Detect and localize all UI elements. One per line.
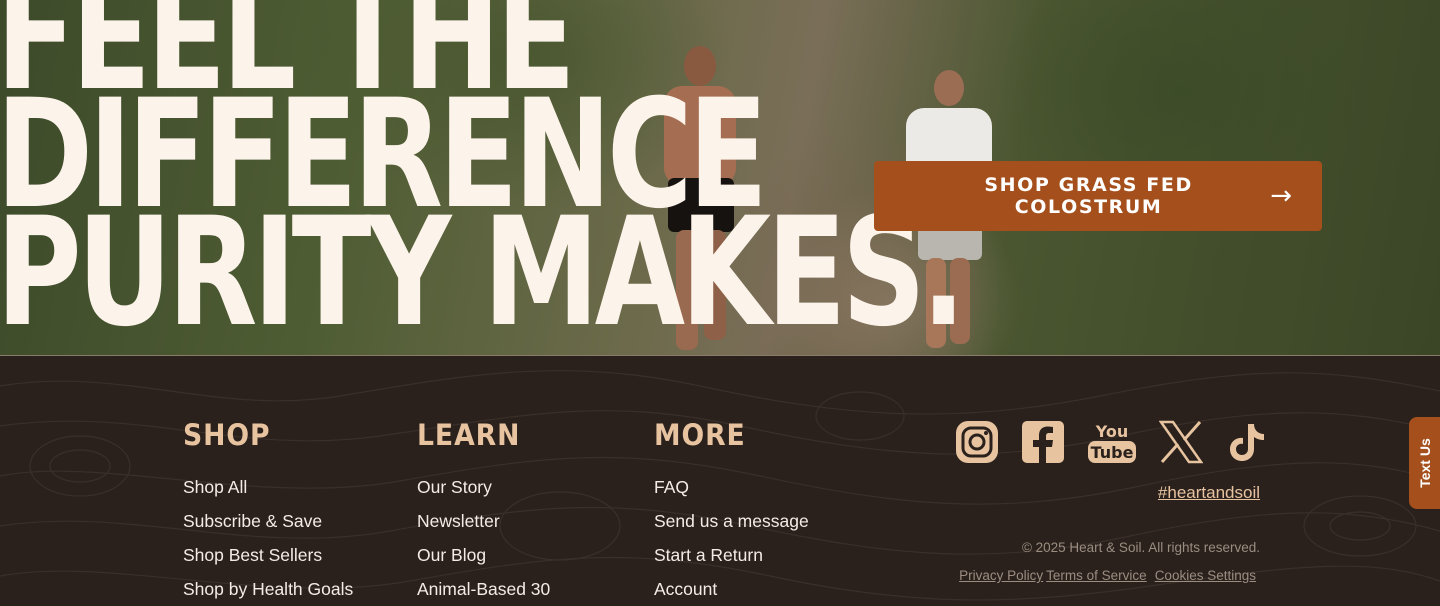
- column-title-shop: SHOP: [183, 418, 271, 452]
- footer-link[interactable]: Send us a message: [654, 504, 809, 538]
- footer-column-more: MORE FAQ Send us a message Start a Retur…: [654, 418, 809, 606]
- legal-links: Privacy Policy Terms of Service Cookies …: [959, 568, 1256, 583]
- cta-label: SHOP GRASS FED COLOSTRUM: [984, 174, 1193, 218]
- footer-link[interactable]: Shop All: [183, 470, 353, 504]
- footer-column-learn: LEARN Our Story Newsletter Our Blog Anim…: [417, 418, 550, 606]
- headline-line-3: PURITY MAKES.: [0, 186, 966, 355]
- footer-link[interactable]: Our Story: [417, 470, 550, 504]
- facebook-icon[interactable]: [1021, 420, 1065, 464]
- footer-column-shop: SHOP Shop All Subscribe & Save Shop Best…: [183, 418, 353, 606]
- footer-link[interactable]: Animal-Based 30: [417, 572, 550, 606]
- column-title-learn: LEARN: [417, 418, 521, 452]
- instagram-icon[interactable]: [955, 420, 999, 464]
- cookies-settings-link[interactable]: Cookies Settings: [1155, 568, 1256, 583]
- footer-link[interactable]: Subscribe & Save: [183, 504, 353, 538]
- footer-link[interactable]: Newsletter: [417, 504, 550, 538]
- shop-colostrum-button[interactable]: SHOP GRASS FED COLOSTRUM →: [874, 161, 1322, 231]
- hero-banner: FEEL THE DIFFERENCE PURITY MAKES. SHOP G…: [0, 0, 1440, 355]
- footer-link[interactable]: Our Blog: [417, 538, 550, 572]
- copyright-text: © 2025 Heart & Soil. All rights reserved…: [1021, 540, 1260, 555]
- tiktok-icon[interactable]: [1225, 420, 1269, 464]
- footer-link[interactable]: Shop Best Sellers: [183, 538, 353, 572]
- svg-text:Tube: Tube: [1091, 443, 1134, 462]
- column-title-more: MORE: [654, 418, 746, 452]
- x-icon[interactable]: [1159, 420, 1203, 464]
- arrow-right-icon: →: [1270, 181, 1292, 211]
- footer-link[interactable]: Account: [654, 572, 809, 606]
- footer-link[interactable]: Start a Return: [654, 538, 809, 572]
- text-us-button[interactable]: Text Us: [1409, 417, 1440, 509]
- text-us-label: Text Us: [1416, 438, 1433, 488]
- site-footer: SHOP Shop All Subscribe & Save Shop Best…: [0, 355, 1440, 606]
- terms-of-service-link[interactable]: Terms of Service: [1046, 568, 1147, 583]
- social-links: You Tube: [955, 420, 1269, 464]
- footer-link[interactable]: Shop by Health Goals: [183, 572, 353, 606]
- hero-headline: FEEL THE DIFFERENCE PURITY MAKES.: [0, 0, 966, 355]
- hashtag-link[interactable]: #heartandsoil: [1158, 483, 1260, 503]
- youtube-icon[interactable]: You Tube: [1087, 420, 1137, 464]
- svg-text:You: You: [1095, 422, 1129, 441]
- footer-link[interactable]: FAQ: [654, 470, 809, 504]
- privacy-policy-link[interactable]: Privacy Policy: [959, 568, 1043, 583]
